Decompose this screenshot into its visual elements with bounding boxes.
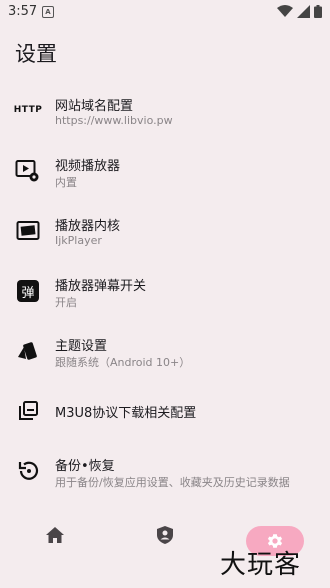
status-icons bbox=[277, 4, 322, 18]
library-icon bbox=[15, 398, 41, 424]
theme-palette-icon bbox=[15, 338, 41, 364]
setting-title: 主题设置 bbox=[55, 339, 108, 354]
setting-subtitle: 用于备份/恢复应用设置、收藏夹及历史记录数据 bbox=[55, 476, 290, 489]
danmaku-icon: 弹 bbox=[15, 278, 41, 304]
nav-home[interactable] bbox=[35, 520, 75, 550]
setting-title: 备份•恢复 bbox=[55, 459, 115, 474]
setting-m3u8-download[interactable]: M3U8协议下载相关配置 bbox=[0, 382, 330, 440]
setting-title: 网站域名配置 bbox=[55, 99, 134, 114]
setting-subtitle: IjkPlayer bbox=[55, 234, 102, 247]
watermark-logo: 大玩客 bbox=[220, 550, 302, 580]
setting-video-player[interactable]: 视频播放器 内置 bbox=[0, 142, 330, 200]
notification-a-icon: A bbox=[42, 6, 54, 18]
setting-danmaku-toggle[interactable]: 弹 播放器弹幕开关 开启 bbox=[0, 262, 330, 320]
setting-title: 视频播放器 bbox=[55, 159, 121, 174]
signal-icon bbox=[297, 4, 310, 18]
setting-player-kernel[interactable]: 播放器内核 IjkPlayer bbox=[0, 202, 330, 260]
setting-theme[interactable]: 主题设置 跟随系统（Android 10+） bbox=[0, 322, 330, 380]
player-kernel-icon bbox=[15, 218, 41, 244]
http-icon: HTTP bbox=[13, 105, 43, 115]
account-icon bbox=[157, 526, 173, 544]
restore-icon bbox=[15, 458, 41, 484]
setting-backup-restore[interactable]: 备份•恢复 用于备份/恢复应用设置、收藏夹及历史记录数据 bbox=[0, 442, 330, 500]
wifi-icon bbox=[277, 4, 293, 17]
setting-subtitle: 开启 bbox=[55, 296, 77, 309]
home-icon bbox=[46, 527, 64, 543]
video-player-settings-icon bbox=[15, 158, 41, 184]
setting-subtitle: https://www.libvio.pw bbox=[55, 114, 173, 127]
battery-icon bbox=[314, 4, 322, 18]
setting-title: M3U8协议下载相关配置 bbox=[55, 406, 197, 421]
setting-subtitle: 跟随系统（Android 10+） bbox=[55, 356, 191, 369]
setting-title: 播放器内核 bbox=[55, 219, 121, 234]
setting-title: 播放器弹幕开关 bbox=[55, 279, 147, 294]
status-time: 3:57 bbox=[8, 4, 38, 19]
setting-subtitle: 内置 bbox=[55, 176, 77, 189]
page-title: 设置 bbox=[15, 42, 57, 66]
status-bar: 3:57 A bbox=[0, 0, 330, 24]
nav-account[interactable] bbox=[145, 520, 185, 550]
setting-website-domain[interactable]: HTTP 网站域名配置 https://www.libvio.pw bbox=[0, 82, 330, 140]
